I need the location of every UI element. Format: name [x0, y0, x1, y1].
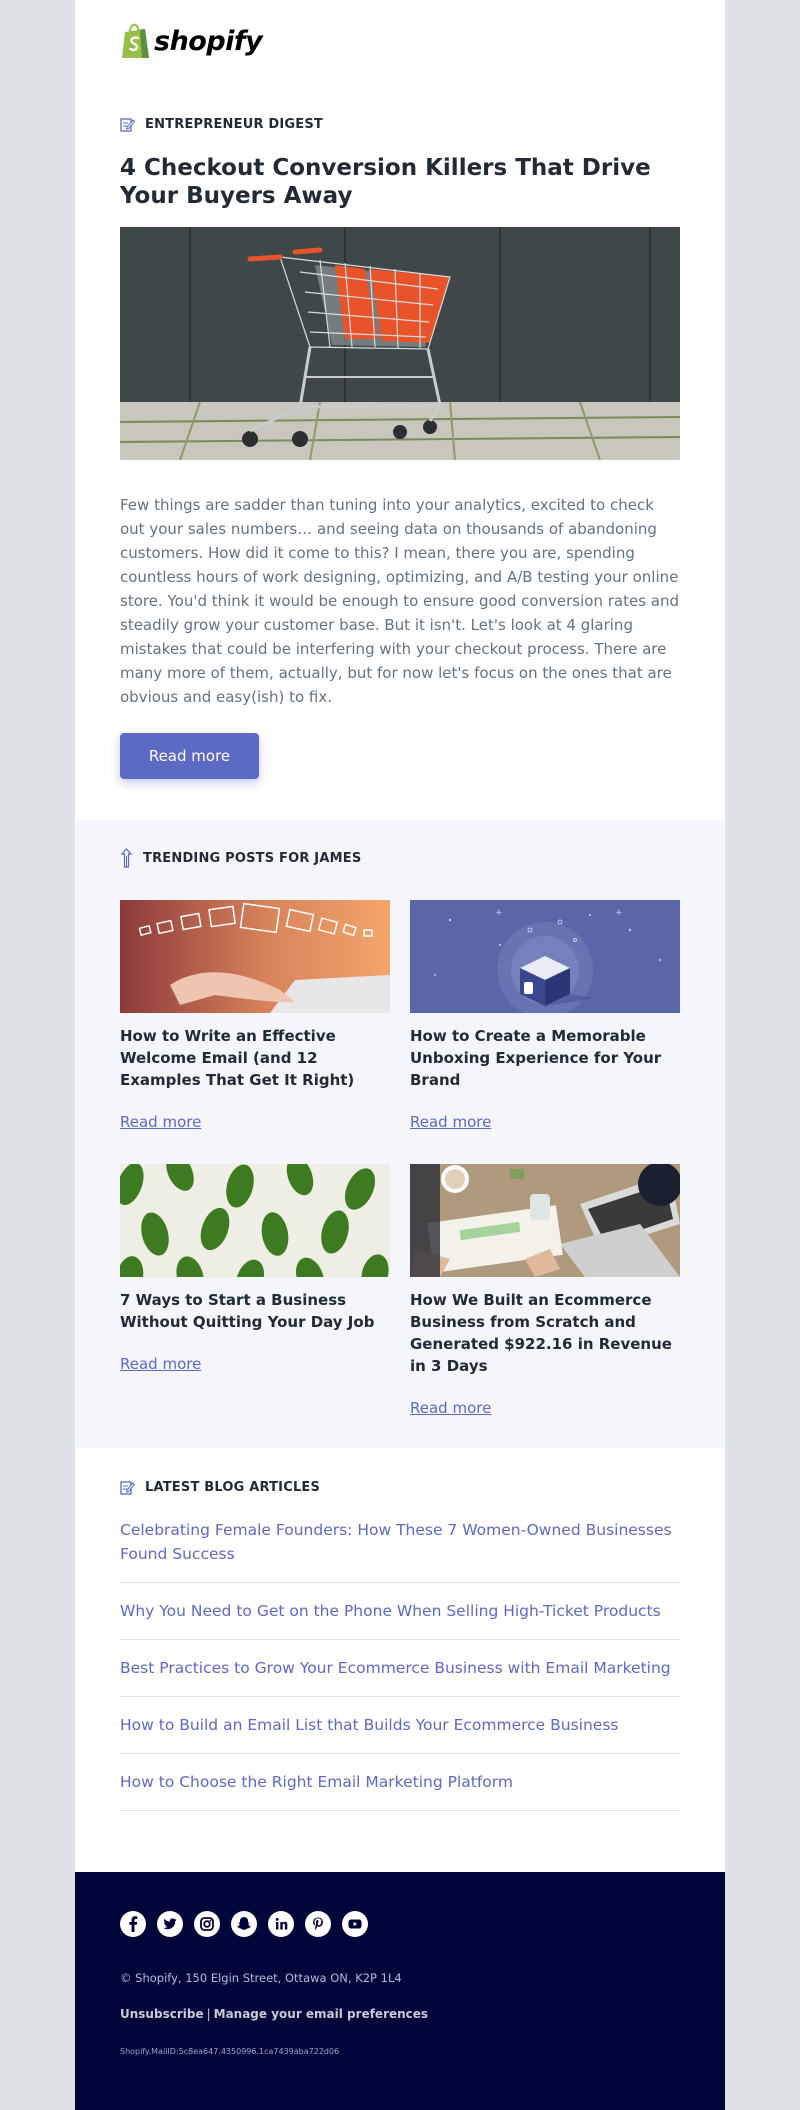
leaves-image	[120, 1164, 390, 1277]
latest-section: LATEST BLOG ARTICLES Celebrating Female …	[75, 1448, 725, 1872]
svg-text:+: +	[615, 908, 623, 918]
trending-post[interactable]: How to Write an Effective Welcome Email …	[120, 900, 390, 1131]
trending-arrow-icon	[120, 848, 133, 868]
trending-post[interactable]: How We Built an Ecommerce Business from …	[410, 1164, 680, 1417]
post-title[interactable]: 7 Ways to Start a Business Without Quitt…	[120, 1289, 390, 1333]
blog-article-link[interactable]: Best Practices to Grow Your Ecommerce Bu…	[120, 1656, 680, 1680]
divider	[120, 1753, 680, 1754]
trending-eyebrow: TRENDING POSTS FOR JAMES	[120, 848, 361, 868]
footer	[75, 1872, 725, 2110]
divider	[120, 1639, 680, 1640]
divider	[120, 1810, 680, 1811]
feature-section: shopify ENTREPRENEUR DIGEST 4 Checkout C…	[75, 0, 725, 820]
instagram-icon[interactable]	[194, 1911, 220, 1937]
read-more-link[interactable]: Read more	[410, 1113, 491, 1131]
twitter-icon[interactable]	[157, 1911, 183, 1937]
feature-image[interactable]	[120, 227, 680, 460]
blog-article-link[interactable]: Why You Need to Get on the Phone When Se…	[120, 1599, 680, 1623]
feature-excerpt: Few things are sadder than tuning into y…	[120, 496, 680, 706]
edit-doc-icon	[120, 1481, 135, 1495]
feature-title[interactable]: 4 Checkout Conversion Killers That Drive…	[120, 154, 680, 210]
unsubscribe-link[interactable]: Unsubscribe	[120, 2007, 204, 2021]
post-title[interactable]: How We Built an Ecommerce Business from …	[410, 1289, 680, 1377]
shopping-cart-image	[120, 227, 680, 460]
youtube-icon[interactable]	[342, 1911, 368, 1937]
divider	[120, 1696, 680, 1697]
trending-section: TRENDING POSTS FOR JAMES How to Write an…	[75, 820, 725, 1448]
snapchat-icon[interactable]	[231, 1911, 257, 1937]
edit-doc-icon	[120, 118, 135, 132]
read-more-link[interactable]: Read more	[120, 1355, 201, 1373]
manage-preferences-link[interactable]: Manage your email preferences	[214, 2007, 428, 2021]
svg-text:+: +	[495, 908, 503, 918]
divider	[120, 1582, 680, 1583]
facebook-icon[interactable]	[120, 1911, 146, 1937]
shopify-logo[interactable]: shopify	[120, 22, 263, 60]
digest-eyebrow: ENTREPRENEUR DIGEST	[120, 117, 323, 132]
desk-workspace-image	[410, 1164, 680, 1277]
read-more-button[interactable]: Read more	[120, 733, 259, 779]
read-more-link[interactable]: Read more	[120, 1113, 201, 1131]
shopify-bag-icon	[122, 23, 149, 58]
latest-eyebrow: LATEST BLOG ARTICLES	[120, 1480, 320, 1495]
read-more-link[interactable]: Read more	[410, 1399, 491, 1417]
social-icons	[120, 1911, 379, 1937]
email-container: shopify ENTREPRENEUR DIGEST 4 Checkout C…	[75, 0, 725, 2110]
blog-article-link[interactable]: Celebrating Female Founders: How These 7…	[120, 1518, 680, 1566]
welcome-email-image	[120, 900, 390, 1013]
unboxing-image: + +	[410, 900, 680, 1013]
blog-article-link[interactable]: How to Choose the Right Email Marketing …	[120, 1770, 680, 1794]
blog-article-link[interactable]: How to Build an Email List that Builds Y…	[120, 1713, 680, 1737]
trending-post[interactable]: + + How to Create a Memorable Unboxing E…	[410, 900, 680, 1131]
linkedin-icon[interactable]	[268, 1911, 294, 1937]
footer-links: Unsubscribe | Manage your email preferen…	[120, 2007, 428, 2021]
post-title[interactable]: How to Create a Memorable Unboxing Exper…	[410, 1025, 680, 1091]
post-title[interactable]: How to Write an Effective Welcome Email …	[120, 1025, 390, 1091]
trending-post[interactable]: 7 Ways to Start a Business Without Quitt…	[120, 1164, 390, 1373]
pinterest-icon[interactable]	[305, 1911, 331, 1937]
footer-separator: |	[206, 2007, 211, 2021]
